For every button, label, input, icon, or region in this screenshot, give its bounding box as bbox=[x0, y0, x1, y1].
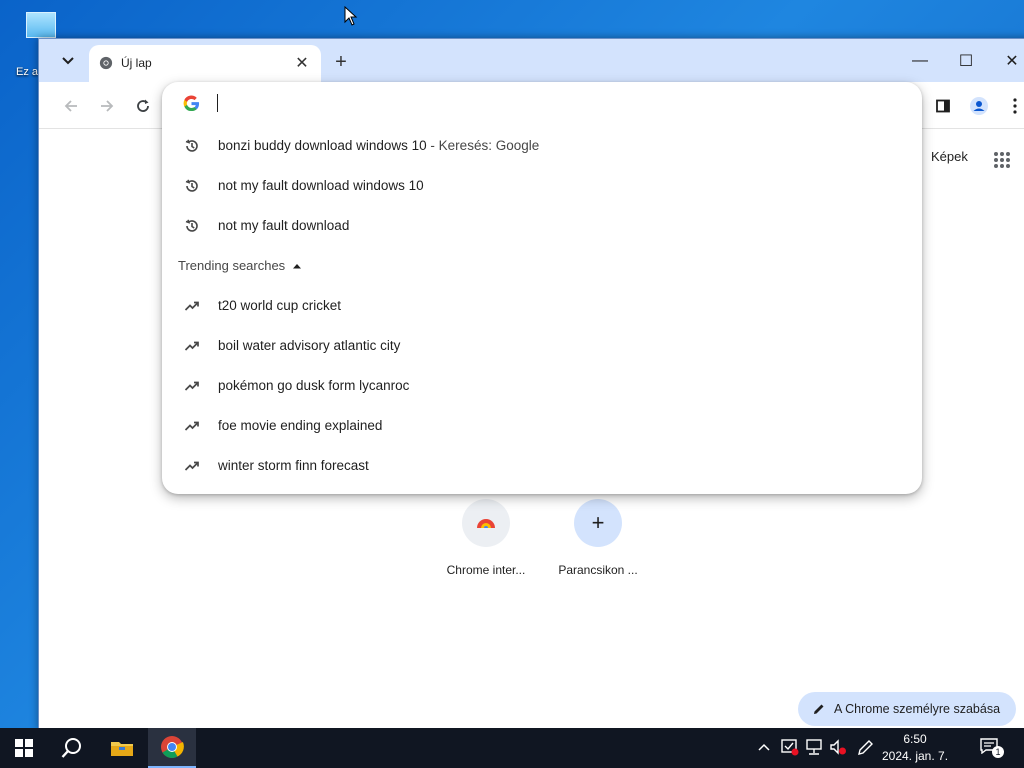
side-panel-icon bbox=[936, 99, 950, 113]
close-window-button[interactable]: ✕ bbox=[989, 39, 1024, 82]
security-icon[interactable] bbox=[781, 738, 799, 756]
action-center-button[interactable]: 1 bbox=[980, 738, 1004, 758]
chrome-icon bbox=[161, 736, 184, 758]
arrow-right-icon bbox=[101, 100, 114, 112]
add-shortcut-tile[interactable]: + Parancsikon ... bbox=[548, 499, 648, 577]
chrome-taskbar-button[interactable] bbox=[148, 728, 196, 768]
title-bar: Új lap ✕ + — ☐ ✕ bbox=[39, 39, 1024, 82]
maximize-button[interactable]: ☐ bbox=[943, 39, 989, 82]
suggestion-trending[interactable]: winter storm finn forecast bbox=[162, 446, 922, 486]
history-icon bbox=[185, 179, 198, 192]
suggestion-text: not my fault download windows 10 bbox=[218, 178, 424, 193]
caret-up-icon bbox=[293, 263, 302, 268]
avatar-icon bbox=[970, 97, 988, 115]
chrome-web-store-icon bbox=[477, 519, 495, 528]
arrow-left-icon bbox=[64, 100, 77, 112]
shortcut-label: Parancsikon ... bbox=[558, 563, 638, 577]
notification-count: 1 bbox=[992, 746, 1004, 758]
suggestion-text: winter storm finn forecast bbox=[218, 458, 369, 473]
suggestion-text: t20 world cup cricket bbox=[218, 298, 342, 313]
suggestion-text: boil water advisory atlantic city bbox=[218, 338, 401, 353]
customize-chrome-button[interactable]: A Chrome személyre szabása bbox=[798, 692, 1017, 726]
profile-button[interactable] bbox=[965, 92, 993, 120]
trending-header-label: Trending searches bbox=[178, 258, 286, 273]
tab-new-tab[interactable]: Új lap ✕ bbox=[89, 45, 321, 82]
search-button[interactable] bbox=[48, 728, 96, 768]
start-button[interactable] bbox=[0, 728, 48, 768]
shortcut-icon bbox=[462, 499, 510, 547]
chrome-favicon-icon bbox=[99, 56, 113, 70]
suggestion-history[interactable]: not my fault download bbox=[162, 206, 922, 246]
clock-time: 6:50 bbox=[903, 732, 927, 746]
windows-logo-icon bbox=[15, 739, 33, 757]
desktop-icon-label: Ez a bbox=[16, 66, 39, 78]
shortcut-tile[interactable]: Chrome inter... bbox=[436, 499, 536, 577]
more-vert-icon bbox=[1013, 98, 1017, 114]
tab-close-icon[interactable]: ✕ bbox=[291, 52, 313, 74]
google-g-icon bbox=[183, 95, 200, 112]
google-apps-icon[interactable] bbox=[993, 151, 1011, 169]
menu-button[interactable] bbox=[1001, 92, 1024, 120]
suggestion-history[interactable]: bonzi buddy download windows 10 - Keresé… bbox=[162, 126, 922, 166]
suggestion-suffix: Keresés: Google bbox=[438, 138, 540, 153]
clock-date: 2024. jan. 7. bbox=[881, 749, 949, 763]
omnibox-input[interactable] bbox=[216, 90, 900, 118]
pencil-icon bbox=[814, 704, 824, 714]
search-icon bbox=[61, 738, 81, 758]
suggestion-text: pokémon go dusk form lycanroc bbox=[218, 378, 410, 393]
clock[interactable]: 6:50 2024. jan. 7. bbox=[880, 731, 950, 765]
reload-icon bbox=[137, 99, 149, 112]
customize-label: A Chrome személyre szabása bbox=[834, 702, 1001, 716]
trending-icon bbox=[184, 301, 199, 311]
network-icon[interactable] bbox=[805, 738, 823, 756]
text-caret bbox=[217, 94, 218, 112]
back-button[interactable] bbox=[57, 92, 85, 120]
suggestion-trending[interactable]: boil water advisory atlantic city bbox=[162, 326, 922, 366]
chevron-down-icon bbox=[62, 57, 74, 65]
folder-icon bbox=[111, 742, 133, 756]
file-explorer-button[interactable] bbox=[98, 728, 146, 768]
minimize-button[interactable]: — bbox=[897, 39, 943, 82]
computer-icon bbox=[26, 12, 56, 38]
history-icon bbox=[185, 219, 198, 232]
volume-muted-icon[interactable] bbox=[829, 738, 847, 756]
shortcut-label: Chrome inter... bbox=[446, 563, 526, 577]
taskbar: 6:50 2024. jan. 7. 1 bbox=[0, 728, 1024, 768]
side-panel-button[interactable] bbox=[929, 92, 957, 120]
trending-icon bbox=[184, 461, 199, 471]
trending-header[interactable]: Trending searches bbox=[178, 258, 302, 273]
plus-icon: + bbox=[574, 499, 622, 547]
history-icon bbox=[185, 139, 198, 152]
trending-icon bbox=[184, 381, 199, 391]
tab-title: Új lap bbox=[121, 56, 152, 70]
suggestion-text: bonzi buddy download windows 10 bbox=[218, 138, 427, 153]
new-tab-button[interactable]: + bbox=[329, 50, 353, 74]
show-hidden-icons-icon[interactable] bbox=[758, 742, 770, 752]
pen-icon[interactable] bbox=[857, 738, 875, 756]
tab-search-button[interactable] bbox=[55, 49, 81, 73]
suggestion-text: foe movie ending explained bbox=[218, 418, 383, 433]
trending-icon bbox=[184, 341, 199, 351]
suggestion-text: not my fault download bbox=[218, 218, 350, 233]
suggestion-trending[interactable]: t20 world cup cricket bbox=[162, 286, 922, 326]
forward-button[interactable] bbox=[93, 92, 121, 120]
omnibox-dropdown: bonzi buddy download windows 10 - Keresé… bbox=[162, 82, 922, 494]
images-link[interactable]: Képek bbox=[931, 149, 968, 164]
suggestion-trending[interactable]: foe movie ending explained bbox=[162, 406, 922, 446]
mouse-cursor-icon bbox=[344, 6, 358, 26]
suggestion-history[interactable]: not my fault download windows 10 bbox=[162, 166, 922, 206]
suggestion-trending[interactable]: pokémon go dusk form lycanroc bbox=[162, 366, 922, 406]
trending-icon bbox=[184, 421, 199, 431]
reload-button[interactable] bbox=[129, 92, 157, 120]
